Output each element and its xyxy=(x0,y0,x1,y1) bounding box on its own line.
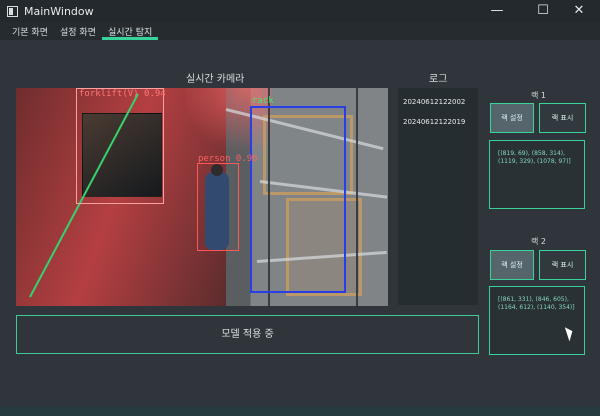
rack1-title: 랙 1 xyxy=(531,91,546,100)
rack2-title: 랙 2 xyxy=(531,237,546,246)
main-window: MainWindow — ☐ ✕ 기본 화면 설정 화면 실시간 탐지 실시간 … xyxy=(0,0,600,416)
forklift-detection-label: forklift(V) 0.94 xyxy=(79,89,166,99)
rack1-show-button[interactable]: 랙 표시 xyxy=(539,103,586,133)
camera-title: 실시간 카메라 xyxy=(186,74,245,85)
tab-realtime-detection[interactable]: 실시간 탐지 xyxy=(102,25,159,40)
camera-view: forklift(V) 0.94 person 0.96 rack xyxy=(16,88,388,306)
minimize-button[interactable]: — xyxy=(474,0,520,22)
close-button[interactable]: ✕ xyxy=(556,0,600,22)
rack1-set-button[interactable]: 랙 설정 xyxy=(490,103,534,133)
log-panel: 20240612122002 20240612122019 xyxy=(398,88,478,305)
rack2-show-button[interactable]: 랙 표시 xyxy=(539,250,586,280)
window-title: MainWindow xyxy=(24,5,94,18)
log-item: 20240612122019 xyxy=(403,118,466,126)
title-bar: MainWindow — ☐ ✕ xyxy=(0,0,600,22)
model-status-box: 모델 적용 중 xyxy=(16,315,479,354)
rack-detection-box xyxy=(250,106,346,293)
main-tabs: 기본 화면 설정 화면 실시간 탐지 xyxy=(0,22,600,40)
person-detection-label: person 0.96 xyxy=(198,154,258,164)
window-icon xyxy=(7,6,18,17)
log-item: 20240612122002 xyxy=(403,98,466,106)
rack1-coordinates: [(819, 69), (858, 314), (1119, 329), (10… xyxy=(489,140,585,209)
rack-detection-label: rack xyxy=(252,96,274,106)
log-title: 로그 xyxy=(429,74,448,85)
rack2-set-button[interactable]: 랙 설정 xyxy=(490,250,534,280)
window-bottom-edge xyxy=(0,407,600,416)
person-detection-box xyxy=(197,163,239,251)
rack2-coordinates: [(861, 331), (846, 605), (1164, 612), (1… xyxy=(489,286,585,355)
rack-post xyxy=(356,88,358,306)
active-tab-indicator xyxy=(102,37,159,40)
forklift-detection-box xyxy=(76,88,164,204)
tab-settings-screen[interactable]: 설정 화면 xyxy=(60,25,96,38)
tab-basic-screen[interactable]: 기본 화면 xyxy=(12,25,48,38)
